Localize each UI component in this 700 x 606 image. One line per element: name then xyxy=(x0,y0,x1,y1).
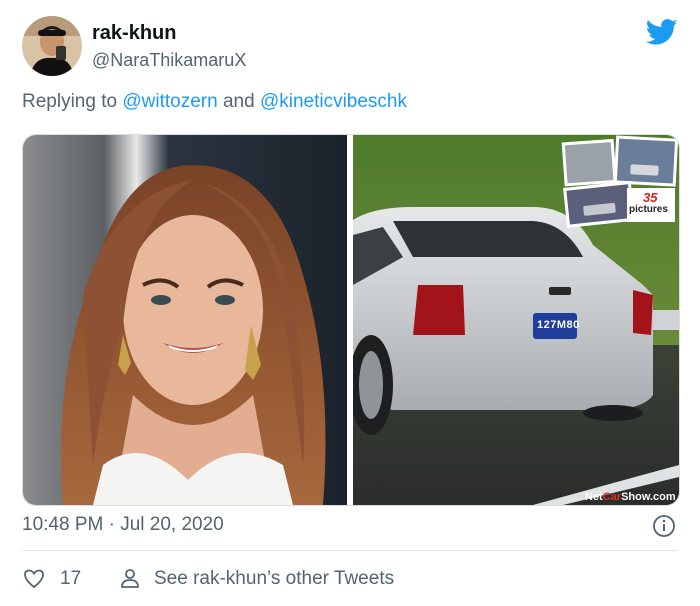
avatar[interactable] xyxy=(22,16,82,76)
person-icon[interactable] xyxy=(118,566,142,590)
author-name[interactable]: rak-khun xyxy=(92,22,176,45)
watermark: NetCarShow.com xyxy=(585,491,676,503)
info-icon[interactable] xyxy=(652,514,676,538)
separator: · xyxy=(108,514,115,535)
mention-link[interactable]: @wittozern xyxy=(122,91,217,112)
reply-context: Replying to @wittozern and @kineticvibes… xyxy=(22,91,407,113)
pictures-label: pictures xyxy=(629,204,668,215)
date: Jul 20, 2020 xyxy=(120,514,224,535)
like-count[interactable]: 17 xyxy=(60,568,81,590)
twitter-bird-icon[interactable] xyxy=(645,16,678,48)
photo-portrait[interactable] xyxy=(23,135,347,505)
media-grid xyxy=(22,134,680,506)
tweet-card: rak-khun @NaraThikamaruX Replying to @wi… xyxy=(0,0,700,606)
watermark-part: Show.com xyxy=(621,491,676,503)
timestamp[interactable]: 10:48 PM · Jul 20, 2020 xyxy=(22,514,224,536)
photo-car[interactable] xyxy=(349,135,679,505)
author-handle[interactable]: @NaraThikamaruX xyxy=(92,50,246,71)
time: 10:48 PM xyxy=(22,514,104,535)
heart-icon[interactable] xyxy=(22,566,46,590)
reply-prefix: Replying to xyxy=(22,91,118,112)
license-plate-text: 127M80 xyxy=(537,319,580,331)
other-tweets-link[interactable]: See rak-khun’s other Tweets xyxy=(154,568,394,590)
reply-joiner: and xyxy=(222,91,255,112)
divider xyxy=(22,550,678,551)
pictures-count: 35 xyxy=(643,190,658,205)
watermark-part: Net xyxy=(585,491,603,503)
watermark-part: Car xyxy=(602,491,622,503)
mention-link[interactable]: @kineticvibeschk xyxy=(260,91,407,112)
